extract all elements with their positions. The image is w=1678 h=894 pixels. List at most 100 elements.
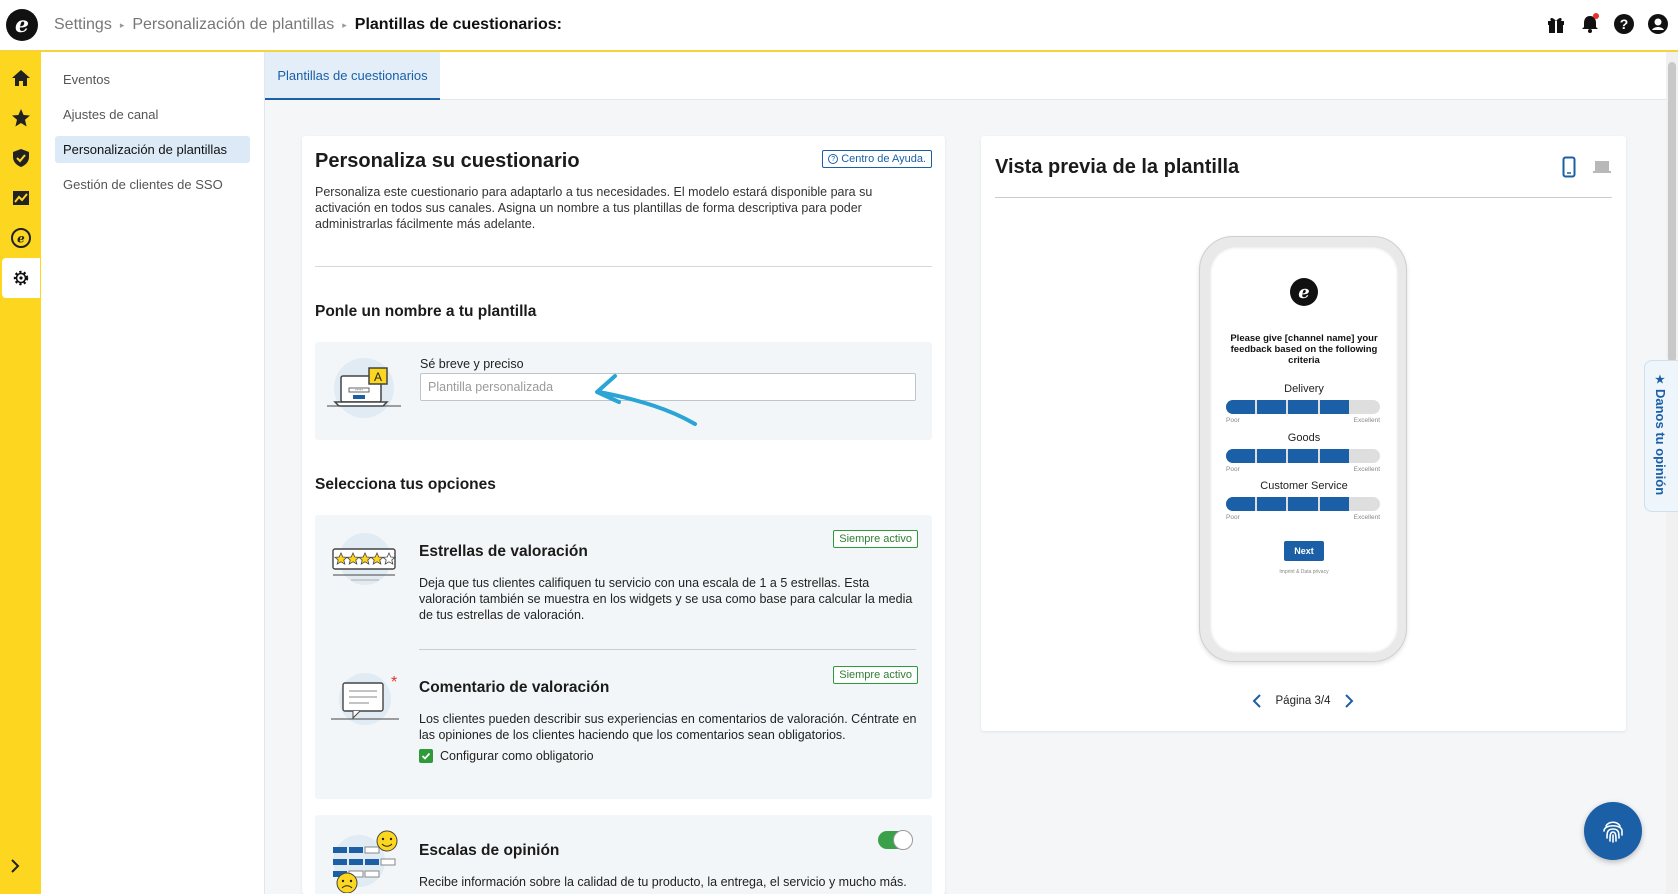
laptop-illustration-icon: ***** A xyxy=(327,358,401,425)
scale-high-label: Excellent xyxy=(1353,417,1380,424)
fingerprint-help-button[interactable] xyxy=(1584,802,1642,860)
gear-icon[interactable] xyxy=(2,258,40,298)
scale-low-label: Poor xyxy=(1226,466,1240,473)
opinion-scales-description: Recibe información sobre la calidad de t… xyxy=(419,875,907,889)
customize-card: Personaliza su cuestionario ? Centro de … xyxy=(302,136,945,894)
star-rating-description: Deja que tus clientes califiquen tu serv… xyxy=(419,576,913,622)
feedback-tab-label: Danos tu opinión xyxy=(1653,389,1668,496)
breadcrumb: Settings ▸ Personalización de plantillas… xyxy=(54,16,562,34)
trustedshops-logo: e xyxy=(1290,278,1318,306)
always-active-options-panel: Siempre activo Estrellas de valoración D… xyxy=(315,515,932,799)
breadcrumb-separator-icon: ▸ xyxy=(119,19,125,30)
scale-segment[interactable] xyxy=(1226,400,1256,414)
trustedshops-logo[interactable]: e xyxy=(6,9,38,41)
scale-segment[interactable] xyxy=(1226,497,1256,511)
opinion-scales-panel: Escalas de opinión Recibe información so… xyxy=(315,815,932,894)
preview-pager: Página 3/4 xyxy=(1251,694,1355,708)
phone-screen: e Please give [channel name] your feedba… xyxy=(1210,247,1398,653)
subnav-item-template-customization[interactable]: Personalización de plantillas xyxy=(55,136,250,163)
subnav-item-channel-settings[interactable]: Ajustes de canal xyxy=(55,101,250,128)
always-active-badge: Siempre activo xyxy=(833,666,918,684)
divider xyxy=(419,649,916,650)
criterion-scale[interactable] xyxy=(1226,497,1380,511)
breadcrumb-settings[interactable]: Settings xyxy=(54,16,112,34)
svg-text:A: A xyxy=(374,370,382,384)
name-field-label: Sé breve y preciso xyxy=(420,357,524,371)
divider xyxy=(995,197,1612,198)
left-rail: e xyxy=(0,52,41,894)
scale-segment[interactable] xyxy=(1257,497,1287,511)
preview-next-button[interactable]: Next xyxy=(1284,541,1324,561)
customize-description: Personaliza este cuestionario para adapt… xyxy=(315,185,873,231)
name-panel: ***** A Sé breve y preciso xyxy=(315,342,932,440)
scale-high-label: Excellent xyxy=(1353,466,1380,473)
help-icon[interactable]: ? xyxy=(1612,12,1636,36)
trustedshops-e-icon[interactable]: e xyxy=(2,218,40,258)
scale-segment[interactable] xyxy=(1288,400,1318,414)
scale-segment[interactable] xyxy=(1257,400,1287,414)
shield-icon[interactable] xyxy=(2,138,40,178)
scale-segment[interactable] xyxy=(1257,449,1287,463)
mandatory-comment-label: Configurar como obligatorio xyxy=(440,749,594,763)
tab-bar: Plantillas de cuestionarios xyxy=(265,52,1678,100)
scale-segment[interactable] xyxy=(1288,449,1318,463)
criterion-scale[interactable] xyxy=(1226,400,1380,414)
opinion-scales-toggle[interactable] xyxy=(878,830,913,850)
phone-preview: e Please give [channel name] your feedba… xyxy=(1199,236,1407,662)
scale-ends: Poor Excellent xyxy=(1226,514,1380,521)
opinion-scales-illustration-icon xyxy=(329,829,401,894)
settings-subnav: Eventos Ajustes de canal Personalización… xyxy=(41,52,265,894)
scale-segment[interactable] xyxy=(1351,400,1380,414)
svg-text:e: e xyxy=(17,232,25,246)
scale-low-label: Poor xyxy=(1226,417,1240,424)
help-center-link[interactable]: ? Centro de Ayuda. xyxy=(822,150,932,168)
preview-question: Please give [channel name] your feedback… xyxy=(1230,333,1378,366)
scale-segment[interactable] xyxy=(1319,497,1349,511)
criterion-label: Customer Service xyxy=(1260,480,1348,492)
page-title: Plantillas de cuestionarios: xyxy=(354,16,562,33)
next-page-chevron-icon[interactable] xyxy=(1343,694,1355,708)
criterion-scale[interactable] xyxy=(1226,449,1380,463)
scale-low-label: Poor xyxy=(1226,514,1240,521)
page-indicator: Página 3/4 xyxy=(1275,695,1331,707)
scale-segment[interactable] xyxy=(1319,449,1349,463)
breadcrumb-separator-icon: ▸ xyxy=(342,19,347,30)
scale-segment[interactable] xyxy=(1351,449,1380,463)
bell-icon[interactable] xyxy=(1578,12,1602,36)
previous-page-chevron-icon[interactable] xyxy=(1251,694,1263,708)
account-icon[interactable] xyxy=(1646,12,1670,36)
top-bar: e Settings ▸ Personalización de plantill… xyxy=(0,0,1678,52)
expand-chevron-icon[interactable] xyxy=(6,857,24,880)
subnav-item-events[interactable]: Eventos xyxy=(55,66,250,93)
stars-illustration-icon xyxy=(329,533,401,594)
desktop-view-icon[interactable] xyxy=(1592,156,1612,183)
scale-segment[interactable] xyxy=(1319,400,1349,414)
comment-illustration-icon: * xyxy=(329,671,401,734)
svg-text:?: ? xyxy=(1620,16,1629,32)
gift-icon[interactable] xyxy=(1544,12,1568,36)
star-icon[interactable] xyxy=(2,98,40,138)
mandatory-comment-checkbox[interactable]: Configurar como obligatorio xyxy=(419,749,594,763)
home-icon[interactable] xyxy=(2,58,40,98)
scale-segment[interactable] xyxy=(1351,497,1380,511)
mobile-view-icon[interactable] xyxy=(1562,156,1576,183)
review-comment-title: Comentario de valoración xyxy=(419,679,610,696)
svg-text:*: * xyxy=(391,674,397,691)
feedback-side-tab[interactable]: ★ Danos tu opinión xyxy=(1644,360,1678,512)
preview-footer-link[interactable]: Imprint & Data privacy xyxy=(1210,569,1398,575)
subnav-item-sso-clients[interactable]: Gestión de clientes de SSO xyxy=(55,171,250,198)
scale-ends: Poor Excellent xyxy=(1226,417,1380,424)
scale-ends: Poor Excellent xyxy=(1226,466,1380,473)
analytics-icon[interactable] xyxy=(2,178,40,218)
opinion-scales-title: Escalas de opinión xyxy=(419,842,560,859)
scale-segment[interactable] xyxy=(1226,449,1256,463)
scrollbar-thumb[interactable] xyxy=(1668,62,1676,362)
always-active-badge: Siempre activo xyxy=(833,530,918,548)
checkbox-checked-icon[interactable] xyxy=(419,749,433,763)
scale-segment[interactable] xyxy=(1288,497,1318,511)
help-center-label: Centro de Ayuda. xyxy=(841,153,926,165)
tab-questionnaire-templates[interactable]: Plantillas de cuestionarios xyxy=(265,52,440,100)
criterion-label: Goods xyxy=(1287,432,1321,444)
customize-title: Personaliza su cuestionario xyxy=(315,150,580,172)
breadcrumb-template-customization[interactable]: Personalización de plantillas xyxy=(132,16,334,34)
